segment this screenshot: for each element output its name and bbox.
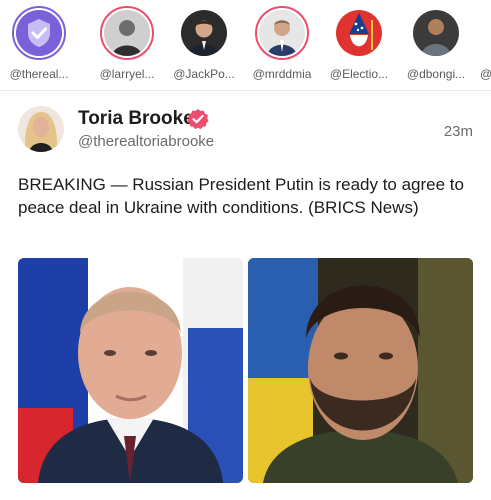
story-item[interactable]: @dbongi...: [397, 6, 475, 81]
story-item[interactable]: @: [474, 6, 491, 81]
story-ring: [332, 6, 386, 60]
stories-bar: @thereal... @larryel... @JackPo... @mrdd…: [0, 0, 491, 88]
post-text: BREAKING — Russian President Putin is re…: [18, 175, 464, 217]
person-avatar: [259, 10, 305, 56]
putin-photo[interactable]: [18, 258, 243, 483]
person-avatar: [413, 10, 459, 56]
person-avatar: [181, 10, 227, 56]
story-ring: [255, 6, 309, 60]
author-avatar[interactable]: [18, 106, 64, 152]
story-handle: @thereal...: [9, 67, 69, 81]
story-ring: [409, 6, 463, 60]
story-handle: @dbongi...: [406, 67, 466, 81]
verified-badge-icon: [187, 108, 209, 130]
author-name[interactable]: Toria Brooke: [78, 108, 194, 130]
story-handle: @JackPo...: [173, 67, 235, 81]
person-avatar: [104, 10, 150, 56]
story-handle: @Electio...: [329, 67, 389, 81]
story-item[interactable]: @thereal...: [0, 6, 78, 81]
divider: [0, 90, 491, 91]
author-handle[interactable]: @therealtoriabrooke: [78, 133, 214, 150]
post-timestamp: 23m: [443, 123, 473, 140]
story-handle: @: [480, 67, 491, 81]
story-handle: @mrddmia: [252, 67, 312, 81]
story-ring: [100, 6, 154, 60]
story-item[interactable]: @larryel...: [88, 6, 166, 81]
story-item[interactable]: @mrddmia: [243, 6, 321, 81]
verified-shield-icon: [16, 10, 62, 56]
zelensky-photo[interactable]: [248, 258, 473, 483]
story-item[interactable]: @Electio...: [320, 6, 398, 81]
story-handle: @larryel...: [99, 67, 155, 81]
story-item[interactable]: @JackPo...: [165, 6, 243, 81]
wizard-avatar: [336, 10, 382, 56]
story-ring: [177, 6, 231, 60]
story-ring: [12, 6, 66, 60]
